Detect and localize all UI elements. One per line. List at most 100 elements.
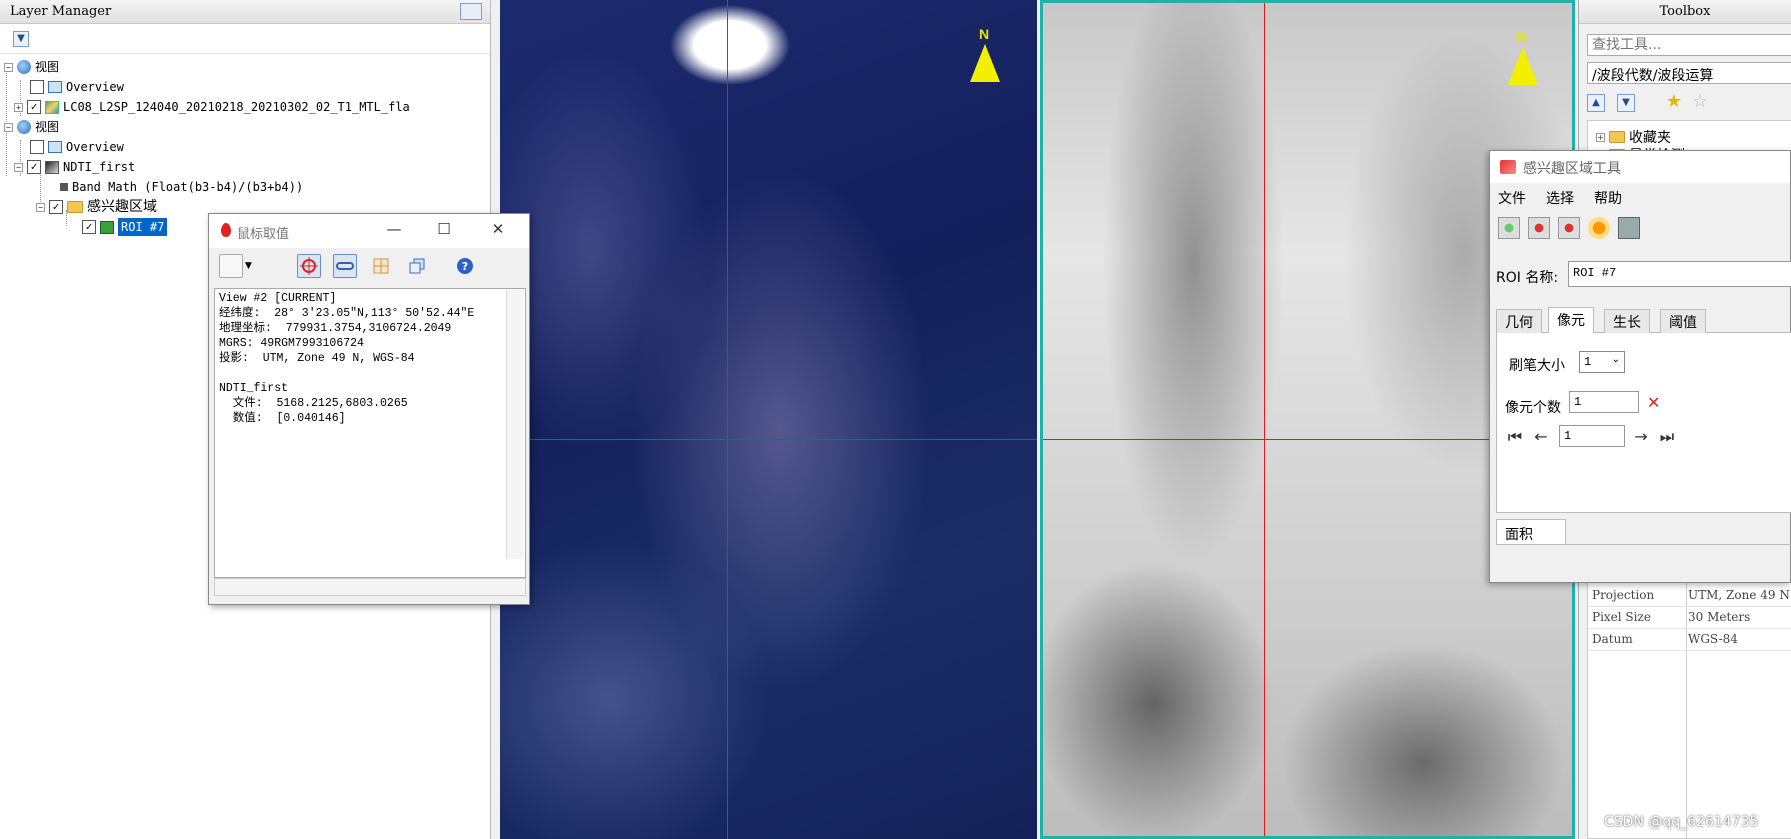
roi-tool-dialog: 感兴趣区域工具 文件 选择 帮助 ROI 名称: ROI #7 几何 像元 生长… bbox=[1489, 150, 1791, 583]
crosshair-icon[interactable] bbox=[297, 254, 321, 278]
maximize-button[interactable]: ☐ bbox=[429, 220, 459, 240]
tree-node-favorites[interactable]: + 收藏夹 bbox=[1596, 127, 1671, 147]
dialog-titlebar[interactable]: 鼠标取值 — ☐ ✕ bbox=[209, 214, 529, 248]
tree-node-roi-folder[interactable]: − ✓ 感兴趣区域 bbox=[36, 198, 157, 216]
next-icon[interactable]: → bbox=[1631, 429, 1651, 445]
first-icon[interactable]: ⏮ bbox=[1505, 429, 1525, 445]
grayscale-layer-icon bbox=[45, 160, 59, 174]
expand-icon[interactable]: + bbox=[1596, 132, 1605, 142]
star-outline-icon[interactable]: ☆ bbox=[1691, 93, 1709, 112]
tree-node-overview-2[interactable]: Overview bbox=[30, 138, 124, 156]
minimize-button[interactable]: — bbox=[379, 220, 409, 240]
property-row: Projection UTM, Zone 49 N bbox=[1588, 585, 1791, 607]
tree-node-band-math[interactable]: Band Math (Float(b3-b4)/(b3+b4)) bbox=[60, 178, 303, 196]
pixel-index-field[interactable]: 1 bbox=[1559, 425, 1625, 447]
checkbox-checked[interactable]: ✓ bbox=[82, 220, 96, 234]
dock-icon[interactable] bbox=[460, 3, 482, 20]
collapse-icon[interactable]: − bbox=[4, 122, 13, 132]
horizontal-scrollbar[interactable] bbox=[214, 578, 526, 596]
globe-icon bbox=[17, 60, 31, 74]
collapse-all-icon[interactable]: ▲ bbox=[1587, 94, 1605, 112]
checkbox-checked[interactable]: ✓ bbox=[49, 200, 63, 214]
menu-help[interactable]: 帮助 bbox=[1594, 188, 1622, 208]
pixel-count-label: 像元个数 bbox=[1505, 400, 1561, 416]
chevron-down-icon: ⌄ bbox=[1611, 355, 1620, 366]
collapse-icon[interactable]: − bbox=[36, 202, 45, 212]
close-button[interactable]: ✕ bbox=[483, 220, 513, 240]
help-icon[interactable]: ? bbox=[453, 254, 477, 278]
pixel-tab-panel: 刷笔大小 1 ⌄ 像元个数 1 ✕ ⏮ ← 1 → ⏭ bbox=[1496, 333, 1791, 513]
link-icon[interactable] bbox=[333, 254, 357, 278]
folder-icon bbox=[67, 201, 83, 213]
vertical-scrollbar[interactable] bbox=[506, 289, 524, 559]
new-roi-icon[interactable] bbox=[1498, 217, 1520, 239]
menu-select[interactable]: 选择 bbox=[1546, 188, 1574, 208]
tab-geometry[interactable]: 几何 bbox=[1496, 309, 1542, 333]
north-arrow-icon: N bbox=[970, 26, 1000, 82]
brush-size-label: 刷笔大小 bbox=[1509, 358, 1565, 374]
pin-icon bbox=[221, 223, 231, 237]
grid-icon[interactable] bbox=[369, 254, 393, 278]
star-icon[interactable]: ★ bbox=[1665, 93, 1683, 112]
toolbox-title: Toolbox bbox=[1659, 4, 1711, 19]
clear-pixels-icon[interactable]: ✕ bbox=[1647, 393, 1660, 412]
tree-node-landsat-layer[interactable]: + ✓ LC08_L2SP_124040_20210218_20210302_0… bbox=[14, 98, 410, 116]
copy-icon[interactable] bbox=[219, 254, 243, 278]
roi-tabs: 几何 像元 生长 阈值 bbox=[1496, 307, 1791, 334]
roi-icon bbox=[100, 220, 114, 234]
cursor-toolbar: ▼ ? bbox=[209, 248, 529, 284]
crosshair-vertical bbox=[1264, 3, 1265, 836]
map-view-true-color[interactable]: N bbox=[500, 0, 1037, 839]
toolbox-path-field[interactable]: /波段代数/波段运算 bbox=[1587, 62, 1791, 84]
cursor-value-dialog: 鼠标取值 — ☐ ✕ ▼ ? View #2 [CURRENT] 经纬度: 28… bbox=[208, 213, 530, 605]
watermark: CSDN @qq_62614735 bbox=[1604, 814, 1759, 830]
tab-pixel[interactable]: 像元 bbox=[1548, 307, 1594, 334]
menu-file[interactable]: 文件 bbox=[1498, 188, 1526, 208]
checkbox-checked[interactable]: ✓ bbox=[27, 160, 41, 174]
tab-grow[interactable]: 生长 bbox=[1604, 309, 1650, 333]
tab-area[interactable]: 面积 bbox=[1496, 519, 1566, 545]
toolbox-search-input[interactable] bbox=[1587, 34, 1791, 56]
toolbox-header: Toolbox bbox=[1579, 0, 1791, 24]
collapse-icon[interactable]: − bbox=[14, 162, 23, 172]
checkbox-checked[interactable]: ✓ bbox=[27, 100, 41, 114]
collapse-icon[interactable]: − bbox=[4, 62, 13, 72]
svg-text:?: ? bbox=[462, 260, 468, 273]
chevron-down-icon[interactable]: ▼ bbox=[13, 31, 29, 47]
roi-export-icon[interactable] bbox=[1588, 217, 1610, 239]
calculator-icon[interactable] bbox=[1618, 217, 1640, 239]
delete-roi-icon[interactable] bbox=[1528, 217, 1550, 239]
dialog-titlebar[interactable]: 感兴趣区域工具 bbox=[1490, 151, 1790, 183]
dialog-title: 鼠标取值 bbox=[237, 227, 290, 242]
layers-icon[interactable] bbox=[405, 254, 429, 278]
tree-node-view-1[interactable]: − 视图 bbox=[4, 58, 59, 76]
brush-size-select[interactable]: 1 ⌄ bbox=[1579, 351, 1625, 373]
property-row: Pixel Size 30 Meters bbox=[1588, 607, 1791, 629]
tab-threshold[interactable]: 阈值 bbox=[1660, 309, 1706, 333]
roi-tool-logo-icon bbox=[1500, 160, 1516, 174]
tree-node-roi-7[interactable]: ✓ ROI #7 bbox=[82, 218, 168, 236]
layer-manager-toolbar: ▼ bbox=[0, 24, 490, 54]
tree-node-overview-1[interactable]: Overview bbox=[30, 78, 124, 96]
checkbox-unchecked[interactable] bbox=[30, 140, 44, 154]
crosshair-horizontal bbox=[500, 439, 1037, 440]
tree-node-ndti-first[interactable]: − ✓ NDTI_first bbox=[14, 158, 135, 176]
previous-icon[interactable]: ← bbox=[1531, 429, 1551, 445]
pixel-count-field[interactable]: 1 bbox=[1569, 391, 1639, 413]
cursor-value-text: View #2 [CURRENT] 经纬度: 28° 3'23.05"N,113°… bbox=[214, 288, 526, 578]
expand-all-icon[interactable]: ▼ bbox=[1617, 94, 1635, 112]
delete-all-roi-icon[interactable] bbox=[1558, 217, 1580, 239]
tree-node-view-2[interactable]: − 视图 bbox=[4, 118, 59, 136]
menu-bar: 文件 选择 帮助 bbox=[1490, 183, 1790, 211]
dialog-title: 感兴趣区域工具 bbox=[1523, 161, 1621, 177]
globe-icon bbox=[17, 120, 31, 134]
chevron-down-icon[interactable]: ▼ bbox=[245, 254, 269, 278]
roi-toolbar bbox=[1490, 211, 1790, 245]
folder-icon bbox=[1609, 131, 1625, 143]
expand-icon[interactable]: + bbox=[14, 102, 23, 112]
property-row: Datum WGS-84 bbox=[1588, 629, 1791, 651]
overview-icon bbox=[48, 141, 62, 153]
checkbox-unchecked[interactable] bbox=[30, 80, 44, 94]
roi-name-input[interactable]: ROI #7 bbox=[1568, 261, 1791, 287]
last-icon[interactable]: ⏭ bbox=[1657, 429, 1677, 445]
